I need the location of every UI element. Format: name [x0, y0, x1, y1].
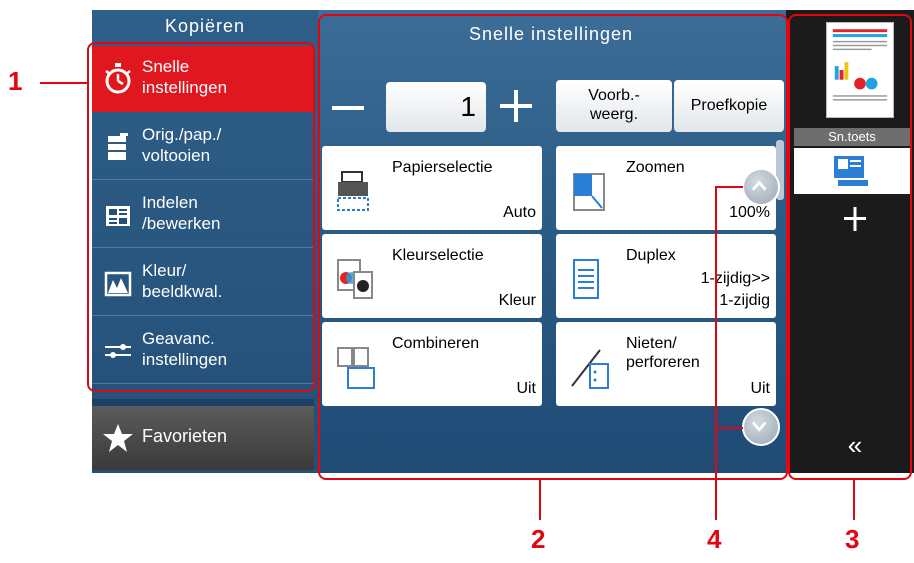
callout-line-1: [40, 82, 88, 84]
callout-label-1: 1: [8, 66, 23, 96]
star-icon: [103, 424, 133, 452]
callout-frame-2: [318, 14, 788, 480]
callout-label-2: 2: [531, 524, 546, 554]
callout-line-4-upper: [715, 186, 743, 188]
callout-frame-1: [87, 42, 315, 392]
callout-line-4-lower: [715, 427, 743, 429]
callout-line-4: [715, 186, 717, 520]
divider: [92, 399, 314, 406]
favorites-label: Favorieten: [142, 426, 228, 446]
callout-frame-3: [788, 14, 912, 480]
callout-line-3: [853, 480, 855, 520]
left-panel-title: Kopiëren: [164, 16, 246, 36]
callout-label-3: 3: [845, 524, 860, 554]
favorites-button[interactable]: Favorieten: [92, 406, 314, 470]
callout-label-4: 4: [707, 524, 722, 554]
callout-line-2: [539, 480, 541, 520]
